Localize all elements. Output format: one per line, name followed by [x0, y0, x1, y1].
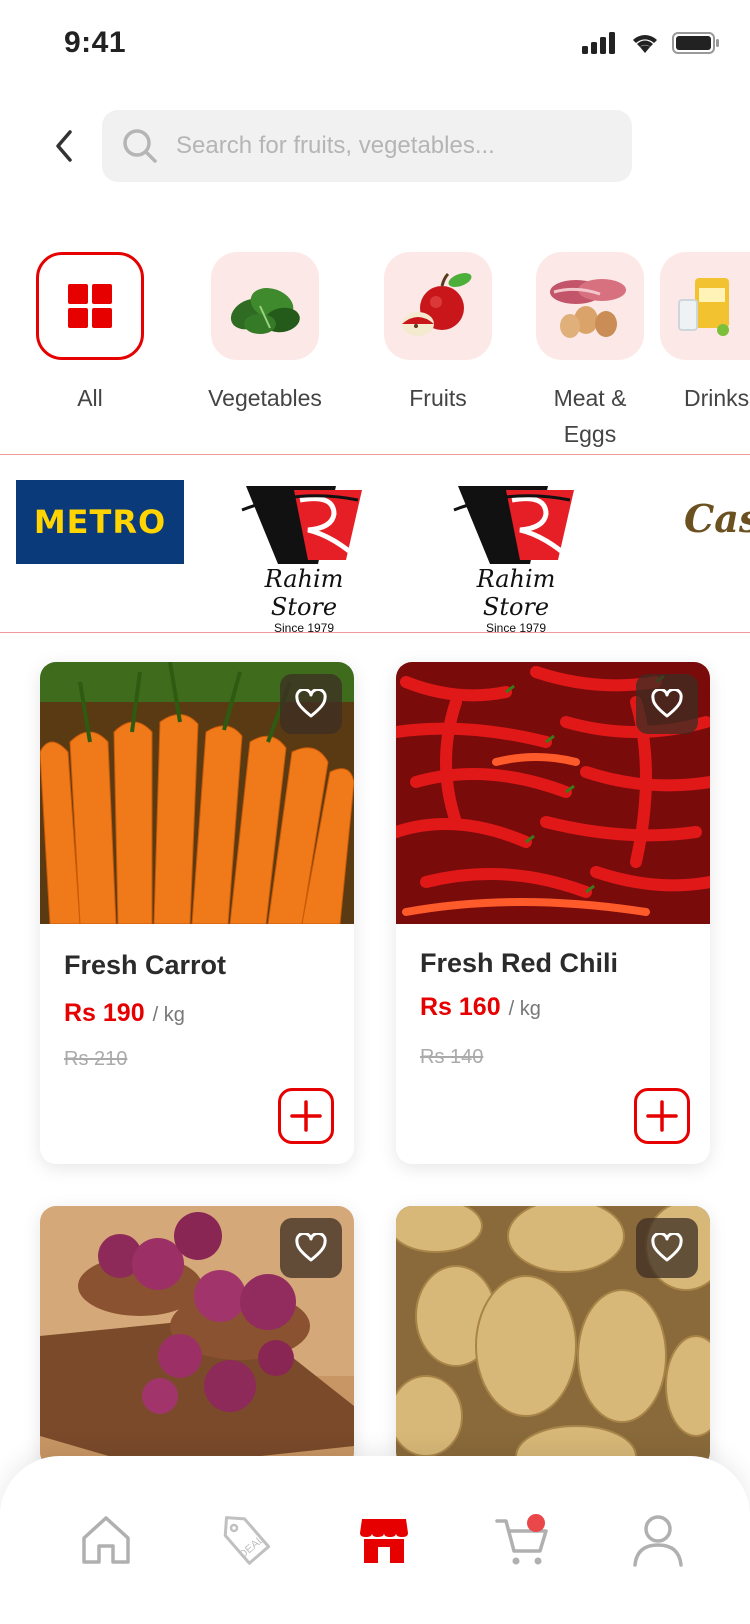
favorite-button[interactable] — [636, 674, 698, 734]
product-name: Fresh Carrot — [64, 950, 227, 980]
grid-icon — [68, 284, 112, 328]
back-button[interactable] — [40, 116, 88, 176]
profile-icon — [633, 1515, 683, 1567]
nav-store[interactable] — [354, 1510, 414, 1570]
search-input[interactable] — [176, 132, 616, 160]
product-name: Fresh Red Chili — [420, 948, 619, 978]
chevron-left-icon — [56, 130, 72, 162]
category-tile[interactable] — [36, 252, 144, 360]
brand-rahim-store[interactable]: Rahim Store Since 1979 — [450, 480, 582, 632]
battery-icon — [672, 32, 719, 54]
meat-eggs-image — [550, 279, 626, 338]
search-bar[interactable] — [102, 110, 632, 182]
add-to-cart-button[interactable] — [634, 1088, 690, 1144]
store-icon — [360, 1519, 408, 1563]
deal-tag-icon: DEAL — [223, 1516, 271, 1565]
category-label: Meat & Eggs — [553, 385, 627, 447]
product-price: Rs 190 — [64, 999, 145, 1027]
brand-name: METRO — [33, 503, 167, 541]
heart-icon — [651, 689, 683, 718]
search-icon — [123, 129, 157, 163]
product-price: Rs 160 — [420, 993, 501, 1021]
nav-home[interactable] — [76, 1510, 136, 1570]
category-tile[interactable] — [211, 252, 319, 360]
product-card[interactable]: Fresh Carrot Rs 190 / kg Rs 210 — [40, 662, 354, 1164]
svg-text:DEAL: DEAL — [237, 1534, 267, 1562]
heart-icon — [295, 1233, 327, 1262]
category-tile[interactable] — [660, 252, 750, 360]
divider — [0, 454, 750, 455]
category-label: Drinks — [684, 385, 750, 411]
category-tile[interactable] — [384, 252, 492, 360]
product-image[interactable] — [396, 1206, 710, 1468]
add-to-cart-button[interactable] — [278, 1088, 334, 1144]
nav-deals[interactable]: DEAL — [216, 1510, 276, 1570]
status-bar: 9:41 — [0, 0, 750, 90]
product-image[interactable] — [40, 1206, 354, 1468]
brand-name: Rahim Store — [264, 565, 344, 621]
category-all[interactable]: All — [5, 252, 175, 416]
brand-metro[interactable]: METRO — [16, 480, 184, 564]
product-info: Fresh Carrot Rs 190 / kg Rs 210 — [40, 924, 354, 1164]
rahim-store-logo — [241, 486, 364, 564]
bottom-navigation: DEAL — [0, 1456, 750, 1624]
cart-icon — [495, 1514, 548, 1565]
signal-icon — [582, 32, 615, 54]
category-drinks[interactable]: Drinks — [660, 252, 750, 416]
product-card[interactable]: Fresh Red Chili Rs 160 / kg Rs 140 — [396, 662, 710, 1164]
fruits-image — [402, 272, 472, 336]
vegetables-image — [230, 288, 300, 334]
rahim-store-logo — [453, 486, 576, 564]
nav-profile[interactable] — [628, 1510, 688, 1570]
category-list: All Vegetables Fruits Meat & Eggs Drinks — [0, 252, 750, 452]
category-meat-eggs[interactable]: Meat & Eggs — [505, 252, 675, 452]
brand-cash[interactable]: Cash — [684, 496, 750, 541]
nav-cart[interactable] — [492, 1510, 552, 1570]
favorite-button[interactable] — [280, 1218, 342, 1278]
brand-list: METRO Rahim Store Since 1979 Rahim Store… — [0, 456, 750, 632]
product-unit: / kg — [508, 998, 541, 1020]
product-image[interactable] — [396, 662, 710, 924]
product-unit: / kg — [152, 1004, 185, 1026]
brand-subtitle: Since 1979 — [485, 621, 547, 632]
category-label: Fruits — [409, 385, 467, 411]
product-old-price: Rs 140 — [420, 1046, 484, 1068]
product-card[interactable] — [396, 1206, 710, 1468]
brand-name: Rahim Store — [476, 565, 556, 621]
price-row: Rs 160 / kg — [420, 993, 686, 1022]
plus-icon — [646, 1100, 678, 1132]
category-label: Vegetables — [208, 385, 322, 411]
brand-subtitle: Since 1979 — [273, 621, 335, 632]
brand-rahim-store[interactable]: Rahim Store Since 1979 — [238, 480, 370, 632]
wifi-icon — [633, 35, 657, 53]
category-fruits[interactable]: Fruits — [353, 252, 523, 416]
product-info: Fresh Red Chili Rs 160 / kg Rs 140 — [396, 924, 710, 1164]
favorite-button[interactable] — [636, 1218, 698, 1278]
product-image[interactable] — [40, 662, 354, 924]
heart-icon — [651, 1233, 683, 1262]
divider — [0, 632, 750, 633]
category-label: All — [77, 385, 103, 411]
category-vegetables[interactable]: Vegetables — [180, 252, 350, 416]
price-row: Rs 190 / kg — [64, 999, 330, 1028]
home-icon — [82, 1516, 130, 1564]
heart-icon — [295, 689, 327, 718]
brand-name: Cash — [684, 496, 750, 541]
category-tile[interactable] — [536, 252, 644, 360]
favorite-button[interactable] — [280, 674, 342, 734]
status-icons — [582, 32, 720, 54]
product-card[interactable] — [40, 1206, 354, 1468]
drinks-image — [678, 278, 729, 336]
product-old-price: Rs 210 — [64, 1048, 128, 1070]
status-time: 9:41 — [64, 26, 127, 59]
plus-icon — [290, 1100, 322, 1132]
